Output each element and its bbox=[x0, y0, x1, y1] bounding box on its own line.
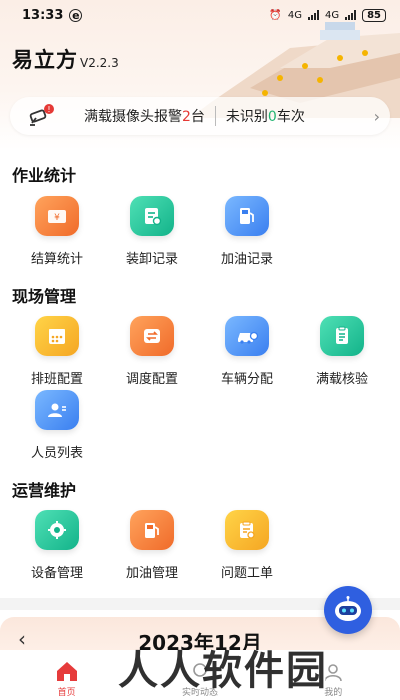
ticket-icon bbox=[225, 510, 269, 550]
menu-label: 调度配置 bbox=[125, 372, 178, 387]
alarm-prefix: 满载摄像头报警 bbox=[84, 109, 182, 125]
device-icon bbox=[35, 510, 79, 550]
menu-item-device[interactable]: 设备管理 bbox=[10, 510, 104, 581]
section-title-work-stats: 作业统计 bbox=[12, 166, 77, 185]
menu-label: 人员列表 bbox=[30, 446, 83, 461]
fuel-record-icon bbox=[225, 196, 269, 236]
menu-label: 满载核验 bbox=[315, 372, 368, 387]
menu-label: 问题工单 bbox=[220, 566, 273, 581]
menu-item-vehicle[interactable]: 车辆分配 bbox=[200, 316, 294, 387]
unrecognized-prefix: 未识别 bbox=[225, 109, 268, 125]
menu-label: 结算统计 bbox=[30, 252, 83, 267]
svg-text:¥: ¥ bbox=[54, 213, 60, 223]
status-time: 13:33 bbox=[22, 7, 64, 23]
chevron-right-icon: › bbox=[373, 106, 380, 126]
menu-item-ticket[interactable]: 问题工单 bbox=[200, 510, 294, 581]
assistant-robot-button[interactable] bbox=[324, 586, 372, 634]
home-icon bbox=[56, 662, 77, 681]
camera-alarm-icon: ! bbox=[29, 104, 54, 126]
people-icon bbox=[35, 390, 79, 430]
fuel-manage-icon bbox=[130, 510, 174, 550]
dispatch-icon bbox=[130, 316, 174, 356]
menu-label: 设备管理 bbox=[30, 566, 83, 581]
svg-text:!: ! bbox=[47, 105, 50, 114]
alarm-suffix: 台 bbox=[190, 109, 205, 125]
tab-home[interactable]: 首页 bbox=[17, 660, 117, 698]
menu-label: 装卸记录 bbox=[125, 252, 178, 267]
alarm-text: 满载摄像头报警2台 bbox=[84, 106, 205, 126]
menu-item-dispatch[interactable]: 调度配置 bbox=[105, 316, 199, 387]
menu-item-loading-record[interactable]: 装卸记录 bbox=[105, 196, 199, 267]
alarm-notice-bar[interactable]: ! 满载摄像头报警2台 未识别0车次 › bbox=[10, 97, 390, 135]
section-title-ops: 运营维护 bbox=[12, 481, 77, 500]
settlement-icon: ¥ bbox=[35, 196, 79, 236]
alarm-count: 2 bbox=[182, 109, 191, 125]
robot-icon bbox=[335, 596, 361, 621]
menu-item-verify[interactable]: 满载核验 bbox=[295, 316, 389, 387]
app-name: 易立方 bbox=[12, 48, 78, 72]
schedule-icon bbox=[35, 316, 79, 356]
hd-call-icon: e bbox=[69, 8, 83, 22]
menu-label: 排班配置 bbox=[30, 372, 83, 387]
verify-icon bbox=[320, 316, 364, 356]
vehicle-icon bbox=[225, 316, 269, 356]
unrecognized-count: 0 bbox=[267, 109, 277, 125]
menu-label: 加油记录 bbox=[220, 252, 273, 267]
menu-item-fuel-record[interactable]: 加油记录 bbox=[200, 196, 294, 267]
unrecognized-suffix: 车次 bbox=[276, 109, 305, 125]
tab-label: 首页 bbox=[57, 688, 76, 698]
watermark-text: 人人软件园 bbox=[118, 648, 328, 694]
notice-divider bbox=[214, 106, 216, 126]
loading-record-icon bbox=[130, 196, 174, 236]
section-title-site-mgmt: 现场管理 bbox=[12, 287, 77, 306]
menu-label: 加油管理 bbox=[125, 566, 178, 581]
unrecognized-text: 未识别0车次 bbox=[226, 106, 305, 126]
app-version: V2.2.3 bbox=[80, 56, 119, 70]
menu-item-people[interactable]: 人员列表 bbox=[10, 390, 104, 461]
menu-label: 车辆分配 bbox=[220, 372, 273, 387]
app-title: 易立方 V2.2.3 bbox=[12, 44, 119, 74]
menu-item-schedule[interactable]: 排班配置 bbox=[10, 316, 104, 387]
menu-item-fuel-manage[interactable]: 加油管理 bbox=[105, 510, 199, 581]
menu-item-settlement[interactable]: ¥ 结算统计 bbox=[10, 196, 104, 267]
